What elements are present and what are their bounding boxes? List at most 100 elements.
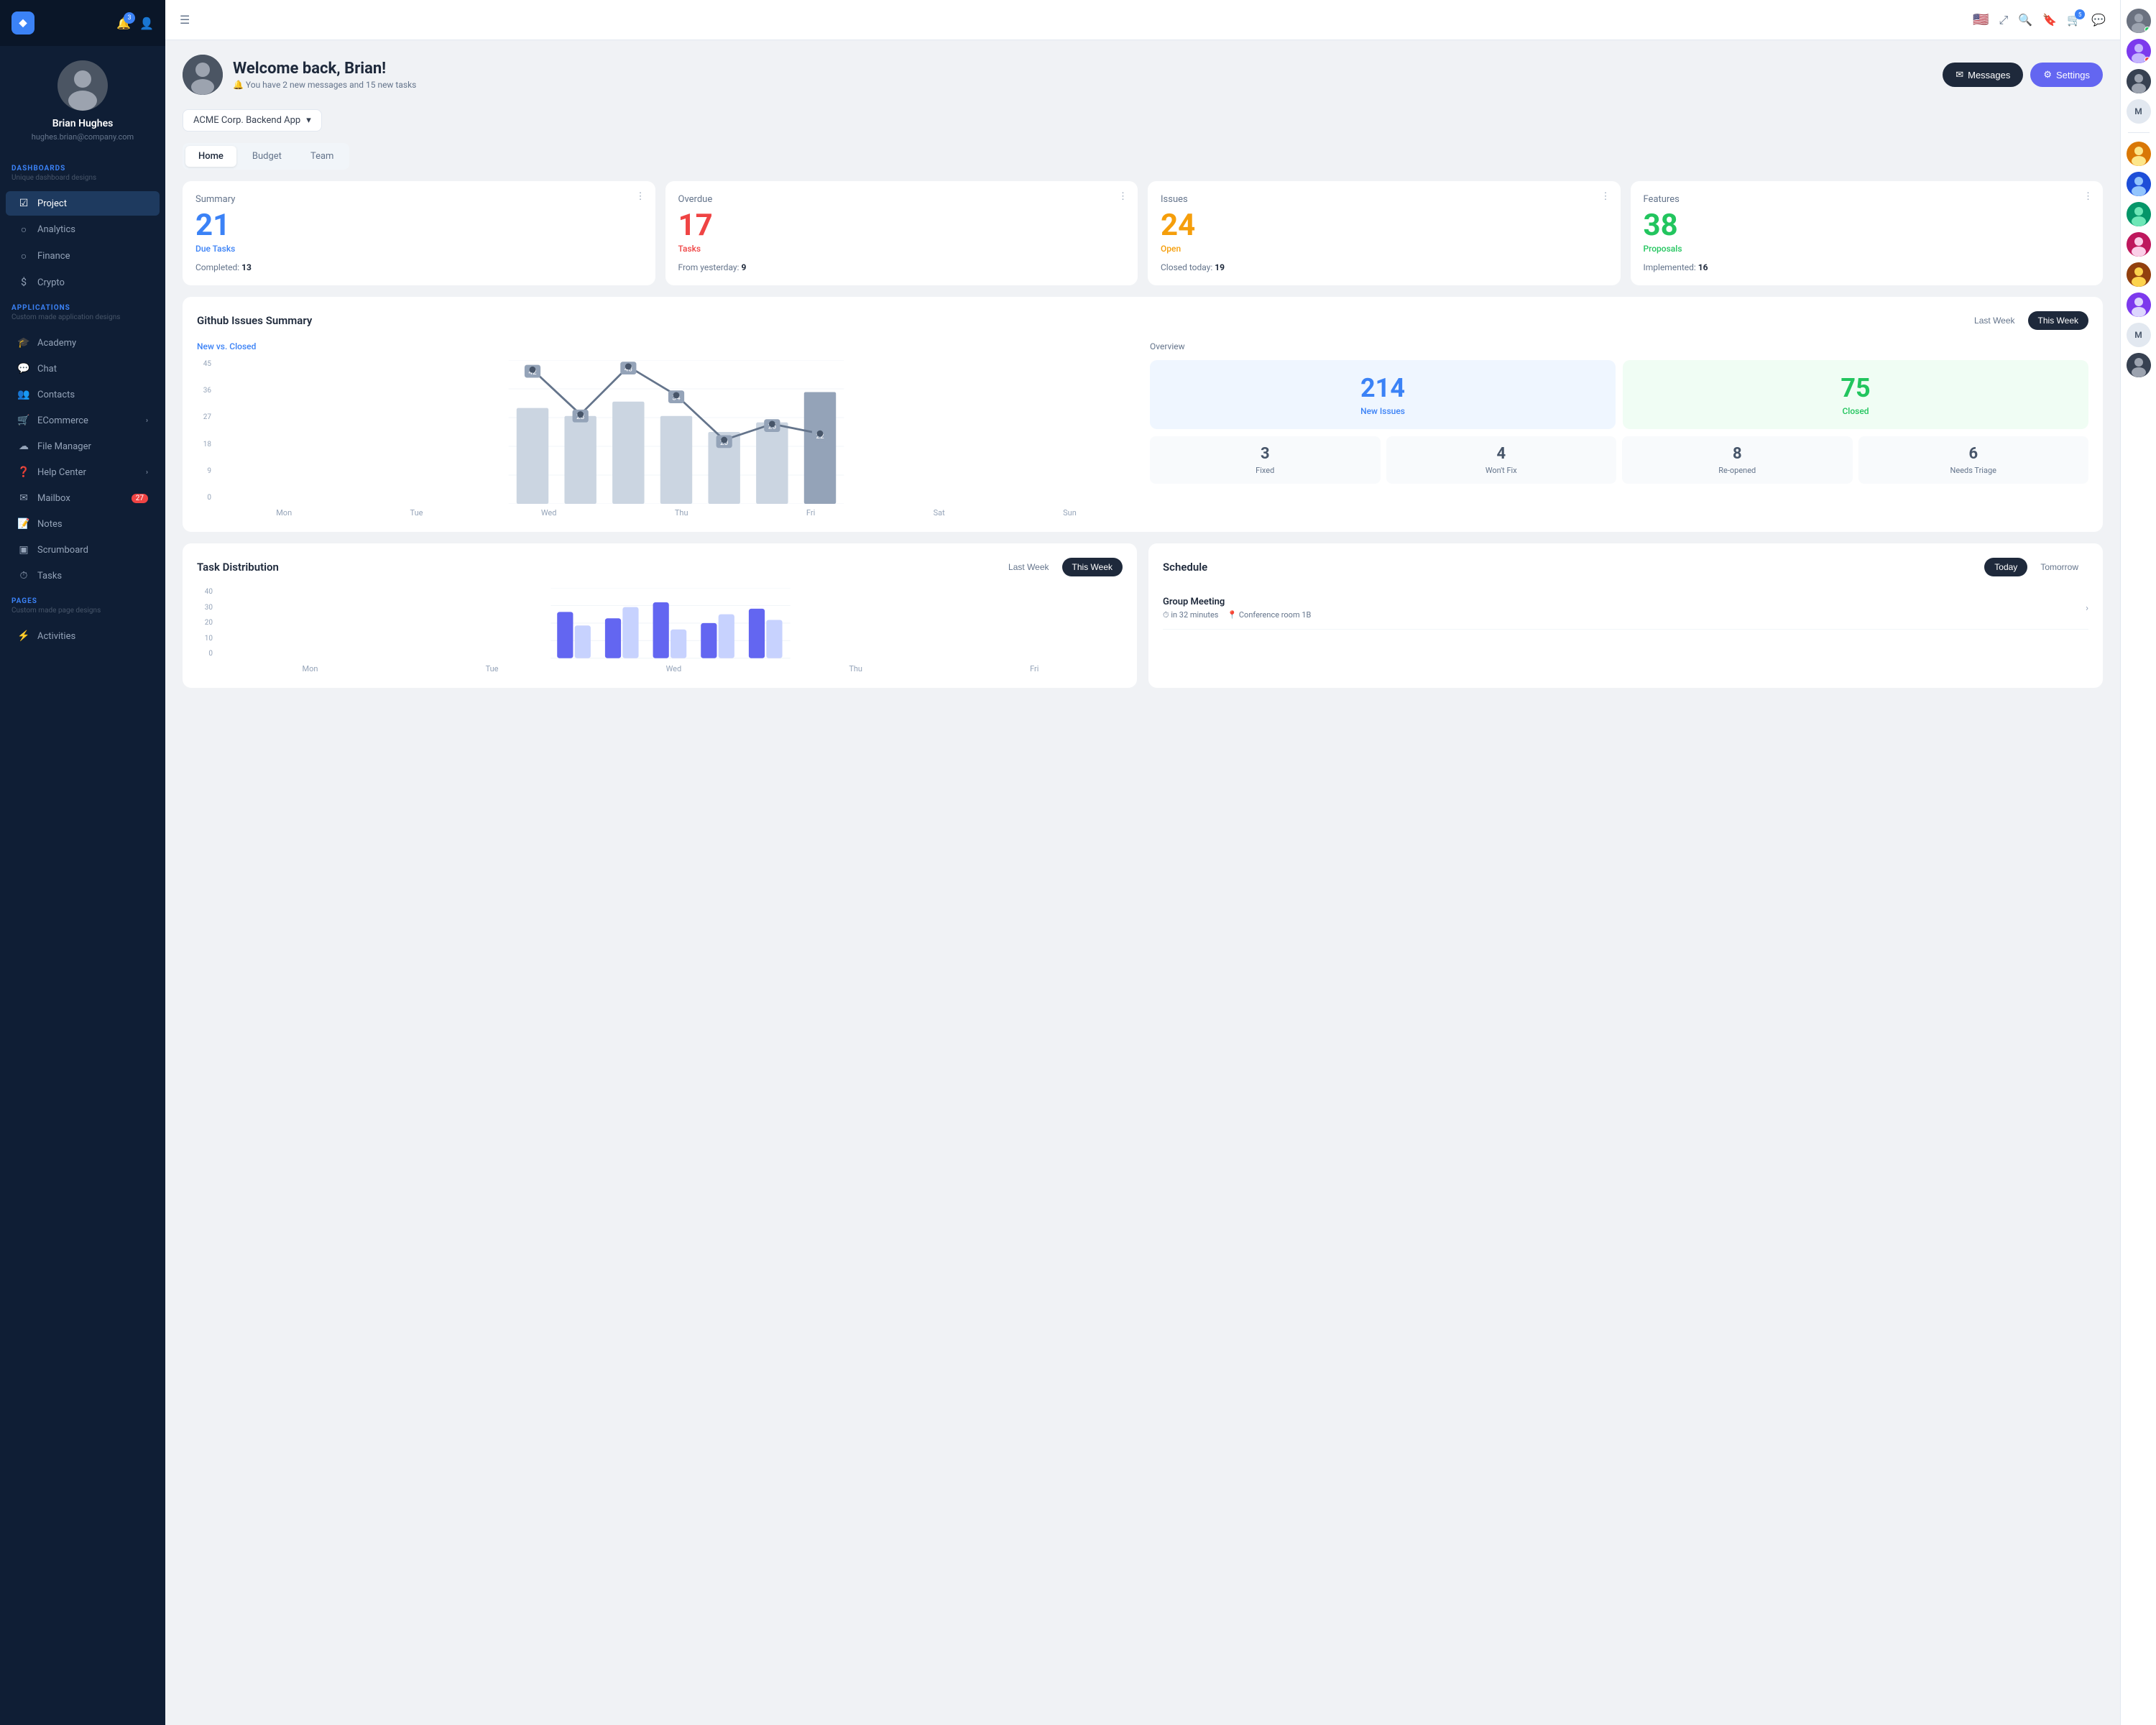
schedule-section: Schedule Today Tomorrow Group Meeting ⏱ … xyxy=(1148,543,2103,688)
stat-card-overdue-menu[interactable]: ⋮ xyxy=(1118,191,1128,202)
sidebar-item-label: Finance xyxy=(37,251,148,262)
right-avatar-2[interactable] xyxy=(2127,39,2151,63)
day-toggle: Today Tomorrow xyxy=(1984,558,2088,576)
sidebar-item-help-center[interactable]: ❓ Help Center › xyxy=(6,460,160,484)
flag-icon[interactable]: 🇺🇸 xyxy=(1973,12,1989,27)
right-avatar-5[interactable] xyxy=(2127,172,2151,196)
schedule-item-arrow[interactable]: › xyxy=(2086,603,2088,614)
right-divider-1 xyxy=(2128,132,2150,133)
task-last-week-btn[interactable]: Last Week xyxy=(998,558,1059,576)
sidebar-profile-name: Brian Hughes xyxy=(11,118,154,129)
stat-issues-number: 24 xyxy=(1161,211,1608,241)
schedule-header: Schedule Today Tomorrow xyxy=(1163,558,2088,576)
stat-card-issues-menu[interactable]: ⋮ xyxy=(1601,191,1611,202)
stat-features-footer: Implemented: 16 xyxy=(1644,262,2091,272)
project-selector[interactable]: ACME Corp. Backend App ▾ xyxy=(183,109,322,132)
sidebar-item-contacts[interactable]: 👥 Contacts xyxy=(6,382,160,407)
sidebar-item-finance[interactable]: ○ Finance xyxy=(6,244,160,269)
schedule-location: 📍 Conference room 1B xyxy=(1227,610,1311,620)
today-btn[interactable]: Today xyxy=(1984,558,2027,576)
right-avatar-10[interactable] xyxy=(2127,353,2151,377)
sidebar-item-chat[interactable]: 💬 Chat xyxy=(6,356,160,381)
sidebar-logo[interactable]: ◆ xyxy=(11,12,34,34)
sidebar-item-analytics[interactable]: ○ Analytics xyxy=(6,217,160,242)
expand-icon[interactable]: ⤢ xyxy=(1999,13,2009,27)
bookmark-icon[interactable]: 🔖 xyxy=(2042,13,2057,27)
main-area: ☰ 🇺🇸 ⤢ 🔍 🔖 🛒 5 💬 Welcome back, Brian! xyxy=(165,0,2120,1725)
schedule-item-meta: ⏱ in 32 minutes 📍 Conference room 1B xyxy=(1163,610,1311,620)
chart-area: New vs. Closed 4536271890 xyxy=(197,341,1135,518)
tab-team[interactable]: Team xyxy=(298,146,347,167)
hamburger-menu[interactable]: ☰ xyxy=(180,13,190,27)
sidebar-item-tasks[interactable]: ⏱ Tasks xyxy=(6,564,160,588)
tab-budget[interactable]: Budget xyxy=(239,146,295,167)
right-avatar-7[interactable] xyxy=(2127,232,2151,257)
stat-card-features: ⋮ Features 38 Proposals Implemented: 16 xyxy=(1631,181,2104,285)
content-area: Welcome back, Brian! 🔔 You have 2 new me… xyxy=(165,40,2120,1725)
stat-features-label: Proposals xyxy=(1644,244,2091,254)
cart-badge: 5 xyxy=(2075,9,2085,19)
activities-icon: ⚡ xyxy=(17,630,30,642)
cart-icon[interactable]: 🛒 5 xyxy=(2067,13,2081,27)
settings-button[interactable]: ⚙ Settings xyxy=(2030,63,2103,87)
task-week-toggle: Last Week This Week xyxy=(998,558,1123,576)
sidebar-header-icons: 🔔 3 👤 xyxy=(116,17,154,30)
welcome-section: Welcome back, Brian! 🔔 You have 2 new me… xyxy=(183,55,2103,95)
closed-label: Closed xyxy=(1636,406,2076,416)
stat-overdue-number: 17 xyxy=(678,211,1125,241)
sidebar-item-activities[interactable]: ⚡ Activities xyxy=(6,624,160,648)
tab-home[interactable]: Home xyxy=(185,146,236,167)
mailbox-icon: ✉ xyxy=(17,492,30,504)
sidebar-item-notes[interactable]: 📝 Notes xyxy=(6,512,160,536)
sidebar-item-crypto[interactable]: $ Crypto xyxy=(6,270,160,295)
sidebar-item-academy[interactable]: 🎓 Academy xyxy=(6,331,160,355)
github-title: Github Issues Summary xyxy=(197,314,312,327)
dashboards-title: DASHBOARDS xyxy=(11,165,154,172)
right-avatar-8[interactable] xyxy=(2127,262,2151,287)
schedule-item: Group Meeting ⏱ in 32 minutes 📍 Conferen… xyxy=(1163,588,2088,630)
sidebar-item-ecommerce[interactable]: 🛒 ECommerce › xyxy=(6,408,160,433)
mini-card-reopened: 8 Re-opened xyxy=(1622,436,1853,484)
triage-num: 6 xyxy=(1867,445,2081,463)
notification-icon[interactable]: 🔔 3 xyxy=(116,17,131,30)
topbar-left: ☰ xyxy=(180,13,1961,27)
welcome-subtitle: 🔔 You have 2 new messages and 15 new tas… xyxy=(233,80,416,90)
schedule-item-title: Group Meeting xyxy=(1163,597,1311,607)
search-icon[interactable]: 🔍 xyxy=(2018,13,2032,27)
sidebar-item-scrumboard[interactable]: ▣ Scrumboard xyxy=(6,538,160,562)
right-avatar-9[interactable] xyxy=(2127,293,2151,317)
stat-summary-title: Summary xyxy=(195,194,642,205)
right-avatar-m2[interactable]: M xyxy=(2127,323,2151,347)
overview-top-cards: 214 New Issues 75 Closed xyxy=(1150,360,2088,429)
stat-card-features-menu[interactable]: ⋮ xyxy=(2083,191,2093,202)
right-panel: M M xyxy=(2120,0,2156,1725)
file-manager-icon: ☁ xyxy=(17,441,30,452)
right-avatar-m[interactable]: M xyxy=(2127,99,2151,124)
right-avatar-3[interactable] xyxy=(2127,69,2151,93)
analytics-icon: ○ xyxy=(17,224,30,236)
chat-topbar-icon[interactable]: 💬 xyxy=(2091,13,2106,27)
stat-card-summary: ⋮ Summary 21 Due Tasks Completed: 13 xyxy=(183,181,655,285)
task-chart-svg xyxy=(218,588,1123,660)
right-avatar-6[interactable] xyxy=(2127,202,2151,226)
overview-area: Overview 214 New Issues 75 Closed xyxy=(1150,341,2088,518)
topbar-right: 🇺🇸 ⤢ 🔍 🔖 🛒 5 💬 xyxy=(1973,12,2106,27)
messages-button[interactable]: ✉ Messages xyxy=(1943,63,2023,87)
sidebar-item-mailbox[interactable]: ✉ Mailbox 27 xyxy=(6,486,160,510)
task-dist-title: Task Distribution xyxy=(197,561,279,574)
help-center-arrow: › xyxy=(146,469,148,477)
tomorrow-btn[interactable]: Tomorrow xyxy=(2030,558,2088,576)
sidebar: ◆ 🔔 3 👤 Brian Hughes hughes.brian@compan… xyxy=(0,0,165,1725)
profile-icon[interactable]: 👤 xyxy=(139,17,154,30)
sidebar-header: ◆ 🔔 3 👤 xyxy=(0,0,165,46)
stat-issues-label: Open xyxy=(1161,244,1608,254)
right-avatar-1[interactable] xyxy=(2127,9,2151,33)
task-this-week-btn[interactable]: This Week xyxy=(1062,558,1123,576)
github-this-week-btn[interactable]: This Week xyxy=(2028,311,2088,330)
sidebar-item-project[interactable]: ☑ Project xyxy=(6,191,160,216)
right-avatar-4[interactable] xyxy=(2127,142,2151,166)
contacts-icon: 👥 xyxy=(17,389,30,400)
github-last-week-btn[interactable]: Last Week xyxy=(1964,311,2024,330)
stat-card-summary-menu[interactable]: ⋮ xyxy=(636,191,645,202)
sidebar-item-file-manager[interactable]: ☁ File Manager xyxy=(6,434,160,459)
